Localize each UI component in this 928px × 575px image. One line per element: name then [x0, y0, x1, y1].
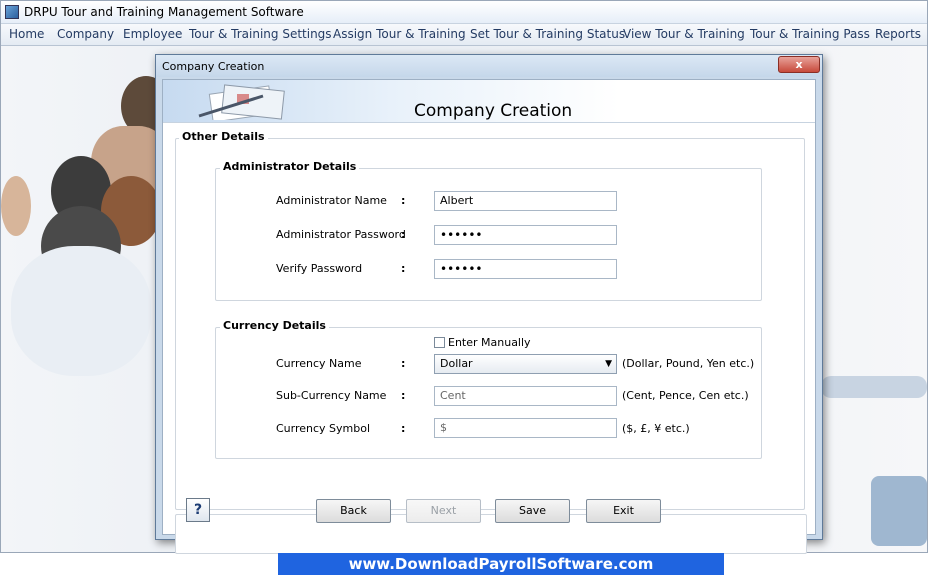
chevron-down-icon: ▼ — [605, 359, 612, 369]
menu-bar: Home Company Employee Tour & Training Se… — [1, 24, 927, 46]
save-button[interactable]: Save — [495, 499, 570, 523]
menu-tour-training-settings[interactable]: Tour & Training Settings — [189, 27, 332, 41]
menu-tour-training-pass[interactable]: Tour & Training Pass — [750, 27, 870, 41]
enter-manually-checkbox[interactable] — [434, 337, 445, 348]
colon: : — [401, 262, 406, 275]
sub-currency-name-label: Sub-Currency Name — [276, 389, 387, 402]
help-icon: ? — [193, 502, 203, 518]
banner-title: Company Creation — [414, 101, 573, 121]
dialog-title-bar: Company Creation x — [156, 55, 822, 77]
verify-password-input[interactable]: •••••• — [434, 259, 617, 279]
menu-assign-tour-training[interactable]: Assign Tour & Training — [333, 27, 466, 41]
administrator-name-input[interactable]: Albert — [434, 191, 617, 211]
person-head-decoration — [1, 176, 31, 236]
colon: : — [401, 357, 406, 370]
menu-set-tour-training-status[interactable]: Set Tour & Training Status — [470, 27, 625, 41]
title-bar: DRPU Tour and Training Management Softwa… — [1, 1, 927, 24]
currency-symbol-input[interactable]: $ — [434, 418, 617, 438]
menu-reports[interactable]: Reports — [875, 27, 921, 41]
colon: : — [401, 228, 406, 241]
person-shirt-decoration — [11, 246, 151, 376]
dialog-body: Company Creation Other Details Administr… — [162, 79, 816, 554]
menu-employee[interactable]: Employee — [123, 27, 182, 41]
airplane-decoration — [821, 376, 927, 398]
close-button[interactable]: x — [778, 56, 820, 73]
company-creation-dialog: Company Creation x Company Creation Othe… — [155, 54, 823, 554]
administrator-name-label: Administrator Name — [276, 194, 387, 207]
verify-password-label: Verify Password — [276, 262, 363, 275]
other-details-label: Other Details — [179, 130, 268, 143]
back-button[interactable]: Back — [316, 499, 391, 523]
app-title: DRPU Tour and Training Management Softwa… — [24, 5, 304, 19]
sub-currency-name-hint: (Cent, Pence, Cen etc.) — [622, 389, 749, 402]
currency-symbol-label: Currency Symbol — [276, 422, 371, 435]
menu-company[interactable]: Company — [57, 27, 114, 41]
enter-manually-label: Enter Manually — [448, 336, 531, 349]
close-icon: x — [795, 58, 803, 71]
documents-pen-icon — [198, 84, 285, 120]
administrator-password-input[interactable]: •••••• — [434, 225, 617, 245]
menu-view-tour-training[interactable]: View Tour & Training — [623, 27, 745, 41]
currency-name-value: Dollar — [440, 357, 473, 370]
currency-symbol-hint: ($, £, ¥ etc.) — [622, 422, 690, 435]
button-bar — [175, 514, 807, 554]
currency-name-hint: (Dollar, Pound, Yen etc.) — [622, 357, 755, 370]
website-url-banner: www.DownloadPayrollSoftware.com — [278, 553, 724, 575]
help-button[interactable]: ? — [186, 498, 210, 522]
currency-name-select[interactable]: Dollar ▼ — [434, 354, 617, 374]
dialog-title: Company Creation — [162, 60, 265, 73]
sub-currency-name-input[interactable]: Cent — [434, 386, 617, 406]
administrator-password-label: Administrator Password — [276, 228, 406, 241]
menu-home[interactable]: Home — [9, 27, 44, 41]
dialog-banner: Company Creation — [163, 80, 815, 123]
exit-button[interactable]: Exit — [586, 499, 661, 523]
colon: : — [401, 194, 406, 207]
app-icon — [5, 5, 19, 19]
next-button[interactable]: Next — [406, 499, 481, 523]
administrator-details-label: Administrator Details — [220, 160, 360, 173]
colon: : — [401, 389, 406, 402]
currency-name-label: Currency Name — [276, 357, 362, 370]
colon: : — [401, 422, 406, 435]
globe-decoration — [871, 476, 927, 546]
currency-details-label: Currency Details — [220, 319, 329, 332]
